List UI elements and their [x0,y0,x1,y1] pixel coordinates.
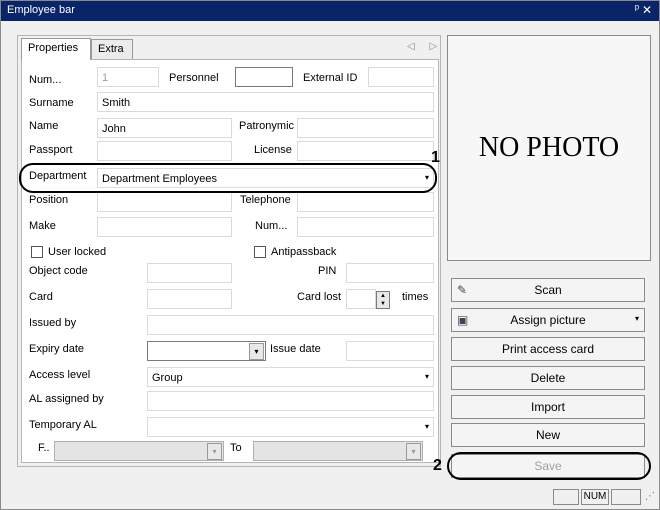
card-lost-field[interactable] [346,289,376,309]
spin-up-icon[interactable]: ▲ [377,292,389,300]
num2-label: Num... [255,220,288,232]
al-assigned-by-label: AL assigned by [29,393,104,405]
user-locked-label: User locked [48,246,107,258]
save-callout-outline [447,452,651,480]
num2-field[interactable] [297,217,434,237]
chevron-down-icon[interactable]: ▾ [635,314,639,323]
access-level-dropdown[interactable]: Group ▾ [147,367,434,387]
pin-label: PIN [318,265,337,277]
surname-field[interactable]: Smith [97,92,434,112]
name-field[interactable]: John [97,118,232,138]
object-code-field[interactable] [147,263,232,283]
to-label: To [230,442,242,454]
tab-extra[interactable]: Extra [91,39,133,59]
chevron-down-icon[interactable]: ▾ [425,422,429,431]
calendar-dropdown-icon: ▾ [406,443,421,460]
status-bar: NUM ⋰ [1,487,659,509]
expiry-date-picker[interactable]: ▾ [147,341,266,361]
department-callout-outline [19,163,437,193]
from-label: F.. [38,442,50,454]
calendar-dropdown-icon[interactable]: ▾ [249,343,264,360]
license-label: License [254,144,292,156]
close-icon[interactable]: ✕ [642,3,652,17]
status-cell-1 [553,489,579,505]
position-label: Position [29,194,69,206]
assign-picture-button[interactable]: ▣ Assign picture ▾ [451,308,645,332]
external-id-field[interactable] [368,67,434,87]
import-button[interactable]: Import [451,395,645,419]
issued-by-field[interactable] [147,315,434,335]
print-access-card-button[interactable]: Print access card [451,337,645,361]
card-field[interactable] [147,289,232,309]
card-lost-spinner[interactable]: ▲ ▼ [376,291,390,309]
name-label: Name [29,120,59,132]
external-id-label: External ID [303,72,358,84]
al-assigned-by-field[interactable] [147,391,434,411]
tab-properties[interactable]: Properties [21,38,91,60]
passport-label: Passport [29,144,73,156]
tab-scroll-arrows-icon[interactable]: ◁ ▷ [407,41,443,52]
scan-button-label: Scan [534,283,562,297]
license-field[interactable] [297,141,434,161]
status-cell-3 [611,489,641,505]
personnel-label: Personnel [169,72,219,84]
no-photo-text: NO PHOTO [478,132,620,163]
patronymic-field[interactable] [297,118,434,138]
expiry-date-label: Expiry date [29,343,85,355]
window-title: Employee bar [7,4,75,16]
times-label: times [402,291,429,303]
delete-button[interactable]: Delete [451,366,645,390]
position-field[interactable] [97,192,232,212]
scanner-icon: ✎ [457,283,468,297]
pin-field[interactable] [346,263,434,283]
access-level-value: Group [152,372,183,384]
employee-window: Employee bar ᵖ ✕ Properties Extra ◁ ▷ Nu… [0,0,660,510]
assign-picture-button-label: Assign picture [510,313,586,327]
employee-photo[interactable]: NO PHOTO [447,35,651,261]
personnel-field[interactable] [235,67,293,87]
object-code-label: Object code [29,265,88,277]
user-locked-checkbox[interactable] [31,246,43,258]
temporary-al-label: Temporary AL [29,419,97,431]
make-label: Make [29,220,56,232]
surname-label: Surname [29,97,74,109]
scan-button[interactable]: ✎ Scan [451,278,645,302]
patronymic-label: Patronymic [239,120,295,132]
from-date-picker: ▾ [54,441,224,461]
chevron-down-icon[interactable]: ▾ [425,372,429,381]
telephone-label: Telephone [240,194,291,206]
spin-down-icon[interactable]: ▼ [377,300,389,308]
status-cell-num: NUM [581,489,609,505]
to-date-picker: ▾ [253,441,423,461]
telephone-field[interactable] [297,192,434,212]
callout-number-2: 2 [433,457,442,474]
antipassback-checkbox[interactable] [254,246,266,258]
passport-field[interactable] [97,141,232,161]
calendar-dropdown-icon: ▾ [207,443,222,460]
make-field[interactable] [97,217,232,237]
resize-grip-icon[interactable]: ⋰ [645,491,655,502]
access-level-label: Access level [29,369,91,381]
title-bar: Employee bar ᵖ ✕ [1,1,659,21]
new-button[interactable]: New [451,423,645,447]
antipassback-label: Antipassback [271,246,337,258]
card-lost-label: Card lost [297,291,342,303]
issue-date-field[interactable] [346,341,434,361]
callout-number-1: 1 [431,149,440,166]
num-field[interactable]: 1 [97,67,159,87]
issued-by-label: Issued by [29,317,77,329]
issue-date-label: Issue date [270,343,321,355]
num-label: Num... [29,74,62,86]
camera-icon: ▣ [457,313,469,327]
num-value: 1 [102,72,109,84]
temporary-al-dropdown[interactable]: ▾ [147,417,434,437]
pin-icon[interactable]: ᵖ [635,3,639,15]
card-label: Card [29,291,53,303]
